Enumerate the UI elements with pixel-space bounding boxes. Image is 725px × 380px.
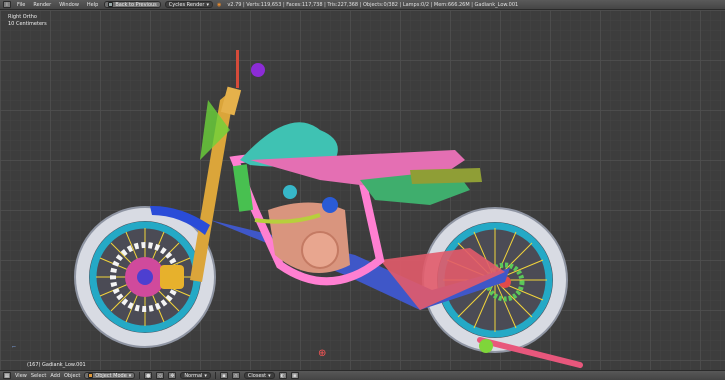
orientation-label: Normal	[184, 372, 203, 379]
3d-viewport[interactable]: Right Ortho 10 Centimeters ⌐ (167) Gadia…	[0, 10, 725, 370]
back-to-previous-button[interactable]: Back to Previous	[104, 1, 161, 8]
orientation-select[interactable]: Normal ▾	[180, 372, 211, 379]
viewport-header: ▦ View Select Add Object Object Mode ▾ ●…	[0, 370, 725, 380]
axis-gizmo-icon: ⌐	[12, 344, 17, 350]
shading-icon[interactable]: ●	[144, 372, 153, 379]
menu-select[interactable]: Select	[31, 373, 46, 379]
screen-icon	[108, 2, 114, 7]
camera-icon[interactable]: ▣	[290, 372, 299, 379]
snap-target-label: Closest	[247, 372, 267, 379]
editor-type-icon[interactable]: i	[3, 1, 11, 8]
menu-file[interactable]: File	[15, 2, 27, 8]
chevron-down-icon: ▾	[268, 372, 271, 379]
render-preview-icon[interactable]: ◐	[278, 372, 287, 379]
menu-view[interactable]: View	[15, 373, 27, 379]
divider	[139, 372, 141, 379]
mode-label: Object Mode	[95, 372, 127, 379]
pivot-icon[interactable]: ◇	[156, 372, 165, 379]
back-to-previous-label: Back to Previous	[115, 1, 157, 8]
chevron-down-icon: ▾	[204, 372, 207, 379]
motorcycle-model[interactable]	[0, 10, 725, 370]
menu-add[interactable]: Add	[50, 373, 60, 379]
editor-type-icon[interactable]: ▦	[3, 372, 11, 379]
mode-select[interactable]: Object Mode ▾	[84, 372, 136, 379]
divider	[214, 372, 216, 379]
chevron-down-icon: ▾	[128, 372, 132, 379]
manipulator-icon[interactable]: ✥	[168, 372, 177, 379]
magnet-icon[interactable]: ∩	[231, 372, 240, 379]
render-engine-select[interactable]: Cycles Render ▾	[164, 1, 213, 8]
layers-icon[interactable]: ▪	[219, 372, 228, 379]
scene-stats: v2.79 | Verts:119,653 | Faces:117,738 | …	[227, 1, 519, 8]
object-mode-icon	[88, 373, 94, 378]
snap-target-select[interactable]: Closest ▾	[243, 372, 275, 379]
info-header: i File Render Window Help Back to Previo…	[0, 0, 725, 10]
menu-object[interactable]: Object	[64, 373, 80, 379]
chevron-down-icon: ▾	[206, 1, 209, 8]
render-engine-label: Cycles Render	[168, 1, 205, 8]
blender-logo-icon: ◉	[216, 1, 222, 8]
3d-cursor-icon[interactable]: ⊕	[318, 348, 326, 359]
menu-render[interactable]: Render	[31, 2, 53, 8]
active-object-label: (167) Gadiank_Low.001	[27, 362, 86, 368]
menu-help[interactable]: Help	[85, 2, 100, 8]
menu-window[interactable]: Window	[57, 2, 81, 8]
